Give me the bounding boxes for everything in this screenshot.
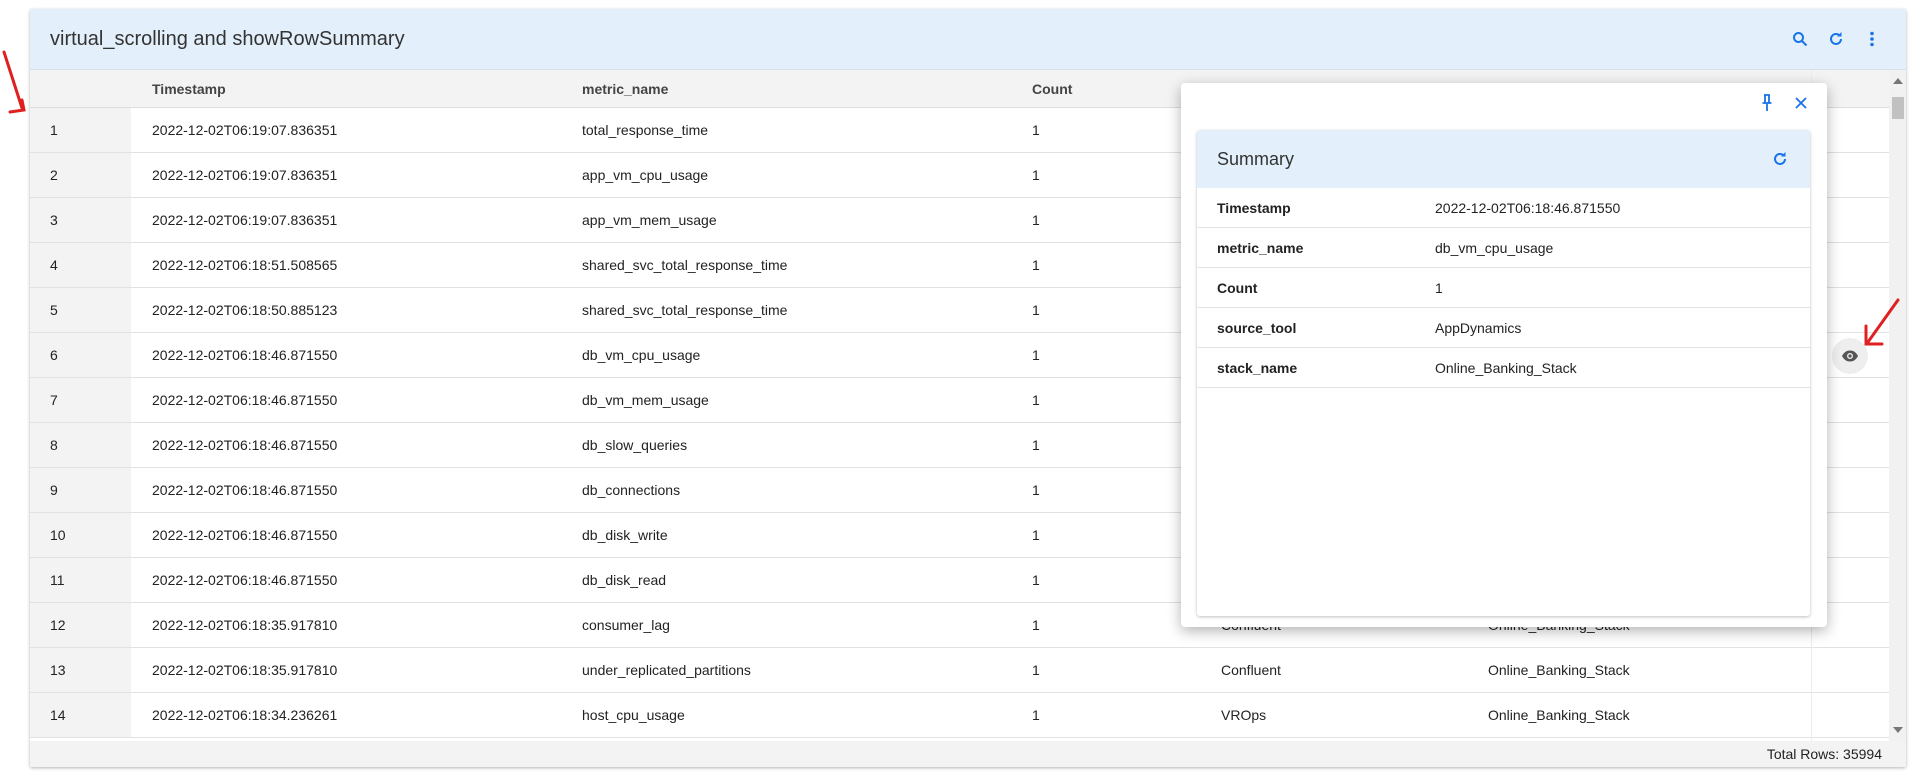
cell-count: 1: [1032, 167, 1040, 183]
cell-metric-name: consumer_lag: [582, 617, 670, 633]
cell-timestamp: 2022-12-02T06:19:07.836351: [152, 212, 338, 228]
row-summary-button[interactable]: [1832, 338, 1868, 374]
cell-count: 1: [1032, 527, 1040, 543]
more-vert-icon[interactable]: [1862, 29, 1882, 49]
summary-row: metric_name db_vm_cpu_usage: [1197, 228, 1810, 268]
grid-header: virtual_scrolling and showRowSummary: [30, 9, 1906, 70]
row-number: 8: [30, 423, 131, 467]
scroll-down-icon[interactable]: [1893, 727, 1903, 733]
cell-count: 1: [1032, 482, 1040, 498]
cell-metric-name: shared_svc_total_response_time: [582, 302, 788, 318]
cell-timestamp: 2022-12-02T06:18:46.871550: [152, 527, 338, 543]
refresh-icon[interactable]: [1826, 29, 1846, 49]
summary-key: metric_name: [1217, 239, 1304, 256]
total-rows: Total Rows: 35994: [1766, 746, 1882, 762]
cell-timestamp: 2022-12-02T06:18:34.236261: [152, 707, 338, 723]
cell-count: 1: [1032, 437, 1040, 453]
row-number: 13: [30, 648, 131, 692]
scrollbar-thumb[interactable]: [1892, 97, 1904, 119]
cell-count: 1: [1032, 212, 1040, 228]
cell-count: 1: [1032, 122, 1040, 138]
summary-key: Count: [1217, 279, 1258, 296]
cell-source-tool: VROps: [1221, 707, 1267, 723]
summary-value: AppDynamics: [1435, 319, 1522, 336]
column-header-timestamp[interactable]: Timestamp: [152, 70, 226, 107]
cell-timestamp: 2022-12-02T06:18:50.885123: [152, 302, 338, 318]
cell-count: 1: [1032, 257, 1040, 273]
cell-metric-name: under_replicated_partitions: [582, 662, 751, 678]
cell-count: 1: [1032, 347, 1040, 363]
cell-stack-name: Online_Banking_Stack: [1488, 662, 1630, 678]
row-number: 1: [30, 108, 131, 152]
close-icon[interactable]: [1791, 93, 1811, 113]
row-number: 3: [30, 198, 131, 242]
cell-timestamp: 2022-12-02T06:18:35.917810: [152, 617, 338, 633]
cell-metric-name: shared_svc_total_response_time: [582, 257, 788, 273]
column-header-count[interactable]: Count: [1032, 70, 1072, 107]
cell-timestamp: 2022-12-02T06:18:46.871550: [152, 482, 338, 498]
cell-count: 1: [1032, 707, 1040, 723]
summary-key: source_tool: [1217, 319, 1297, 336]
cell-timestamp: 2022-12-02T06:18:46.871550: [152, 437, 338, 453]
cell-metric-name: db_vm_cpu_usage: [582, 347, 701, 363]
cell-metric-name: db_vm_mem_usage: [582, 392, 709, 408]
summary-row: Timestamp 2022-12-02T06:18:46.871550: [1197, 188, 1810, 228]
row-summary-popup: Summary Timestamp 2022-12-02T06:18:46.871…: [1181, 83, 1827, 627]
summary-key: stack_name: [1217, 359, 1298, 376]
column-header-metric-name[interactable]: metric_name: [582, 70, 668, 107]
table-row[interactable]: 14 2022-12-02T06:18:34.236261 host_cpu_usa…: [30, 693, 1889, 738]
grid-footer: Total Rows: 35994: [30, 741, 1906, 767]
row-number: 2: [30, 153, 131, 197]
cell-metric-name: db_connections: [582, 482, 681, 498]
cell-metric-name: db_disk_write: [582, 527, 668, 543]
row-number: 10: [30, 513, 131, 557]
cell-metric-name: app_vm_cpu_usage: [582, 167, 709, 183]
cell-count: 1: [1032, 572, 1040, 588]
row-number: 11: [30, 558, 131, 602]
cell-timestamp: 2022-12-02T06:19:07.836351: [152, 122, 338, 138]
cell-metric-name: total_response_time: [582, 122, 709, 138]
table-row[interactable]: 13 2022-12-02T06:18:35.917810 under_replic…: [30, 648, 1889, 693]
cell-metric-name: host_cpu_usage: [582, 707, 685, 723]
cell-timestamp: 2022-12-02T06:18:51.508565: [152, 257, 338, 273]
row-number: 6: [30, 333, 131, 377]
summary-value: 1: [1435, 279, 1443, 296]
cell-timestamp: 2022-12-02T06:18:46.871550: [152, 347, 338, 363]
cell-timestamp: 2022-12-02T06:19:07.836351: [152, 167, 338, 183]
summary-value: db_vm_cpu_usage: [1435, 239, 1554, 256]
summary-row: Count 1: [1197, 268, 1810, 308]
search-icon[interactable]: [1790, 29, 1810, 49]
cell-count: 1: [1032, 662, 1040, 678]
summary-key: Timestamp: [1217, 199, 1291, 216]
grid-title: virtual_scrolling and showRowSummary: [50, 27, 405, 50]
summary-card: Summary Timestamp 2022-12-02T06:18:46.871…: [1197, 130, 1810, 616]
row-number: 14: [30, 693, 131, 737]
scroll-up-icon[interactable]: [1893, 78, 1903, 84]
cell-timestamp: 2022-12-02T06:18:46.871550: [152, 572, 338, 588]
cell-metric-name: db_disk_read: [582, 572, 667, 588]
row-number: 4: [30, 243, 131, 287]
row-number: 5: [30, 288, 131, 332]
cell-timestamp: 2022-12-02T06:18:46.871550: [152, 392, 338, 408]
summary-value: Online_Banking_Stack: [1435, 359, 1577, 376]
vertical-scrollbar[interactable]: [1889, 70, 1906, 741]
cell-metric-name: app_vm_mem_usage: [582, 212, 717, 228]
cell-stack-name: Online_Banking_Stack: [1488, 707, 1630, 723]
summary-row: source_tool AppDynamics: [1197, 308, 1810, 348]
row-number: 7: [30, 378, 131, 422]
summary-value: 2022-12-02T06:18:46.871550: [1435, 199, 1621, 216]
cell-count: 1: [1032, 392, 1040, 408]
cell-count: 1: [1032, 302, 1040, 318]
cell-count: 1: [1032, 617, 1040, 633]
cell-metric-name: db_slow_queries: [582, 437, 688, 453]
summary-title: Summary: [1217, 148, 1295, 169]
refresh-icon[interactable]: [1770, 149, 1790, 169]
cell-source-tool: Confluent: [1221, 662, 1281, 678]
summary-row: stack_name Online_Banking_Stack: [1197, 348, 1810, 388]
pin-icon[interactable]: [1757, 93, 1777, 113]
row-number: 12: [30, 603, 131, 647]
cell-timestamp: 2022-12-02T06:18:35.917810: [152, 662, 338, 678]
row-number: 9: [30, 468, 131, 512]
eye-icon: [1842, 350, 1858, 362]
